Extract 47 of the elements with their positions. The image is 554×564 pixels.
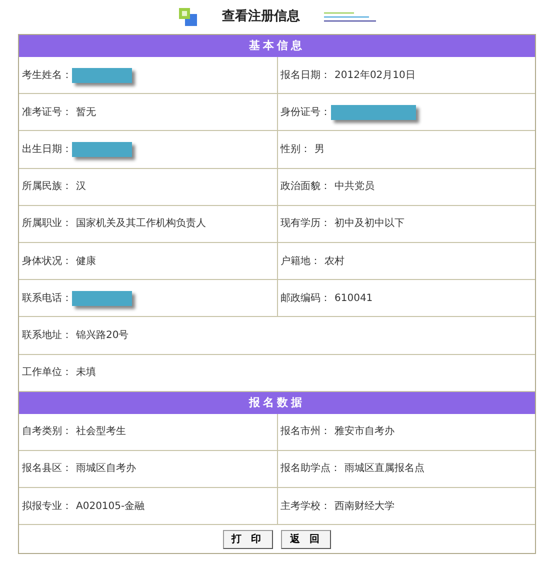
field-value: 男	[314, 142, 324, 157]
field-label: 自考类别：	[22, 424, 72, 440]
field-label: 出生日期：	[22, 142, 72, 157]
field-value: 中共党员	[334, 180, 374, 194]
field-value: 未填	[76, 366, 96, 380]
field-label: 所属民族：	[22, 180, 72, 194]
field-value: 雨城区自考办	[76, 462, 136, 476]
field-value: 初中及初中以下	[334, 216, 404, 232]
field-label: 邮政编码：	[280, 292, 330, 306]
squares-icon	[178, 7, 198, 27]
action-button[interactable]: 打 印	[222, 530, 273, 549]
section-header: 基本信息	[19, 35, 535, 57]
field-label: 户籍地：	[280, 254, 320, 269]
lines-icon	[324, 11, 376, 23]
field-label: 工作单位：	[22, 366, 72, 380]
field-label: 身体状况：	[22, 254, 72, 269]
field-label: 身份证号：	[280, 106, 330, 120]
field-value: 西南财经大学	[334, 500, 394, 514]
field-label: 现有学历：	[280, 217, 330, 232]
section-header: 报名数据	[19, 392, 535, 414]
field-label: 性别：	[280, 142, 310, 157]
field-label: 主考学校：	[280, 500, 330, 514]
field-value: 2012年02月10日	[334, 68, 416, 83]
field-value: 锦兴路20号	[76, 328, 129, 343]
field-value: 农村	[324, 254, 344, 269]
field-label: 报名县区：	[22, 462, 72, 476]
field-label: 所属职业：	[22, 216, 72, 232]
field-value: 暂无	[76, 106, 96, 120]
field-label: 报名市州：	[280, 424, 330, 440]
field-label: 联系地址：	[22, 328, 72, 343]
field-label: 报名日期：	[280, 68, 330, 83]
field-value: 国家机关及其工作机构负责人	[76, 216, 206, 232]
field-value: 610041	[334, 292, 373, 306]
field-value: 社会型考生	[76, 424, 126, 440]
field-value: A020105-金融	[76, 500, 145, 514]
field-label: 联系电话：	[22, 292, 72, 306]
field-value: 雅安市自考办	[334, 424, 394, 440]
field-label: 准考证号：	[22, 106, 72, 120]
field-value: 雨城区直属报名点	[344, 462, 424, 476]
field-label: 报名助学点：	[280, 462, 340, 476]
field-value: 健康	[76, 254, 96, 269]
page-title: 查看注册信息	[222, 8, 300, 26]
field-label: 考生姓名：	[22, 68, 72, 83]
action-button[interactable]: 返 回	[281, 530, 332, 549]
field-label: 政治面貌：	[280, 180, 330, 194]
field-label: 拟报专业：	[22, 500, 72, 514]
field-value: 汉	[76, 180, 86, 194]
